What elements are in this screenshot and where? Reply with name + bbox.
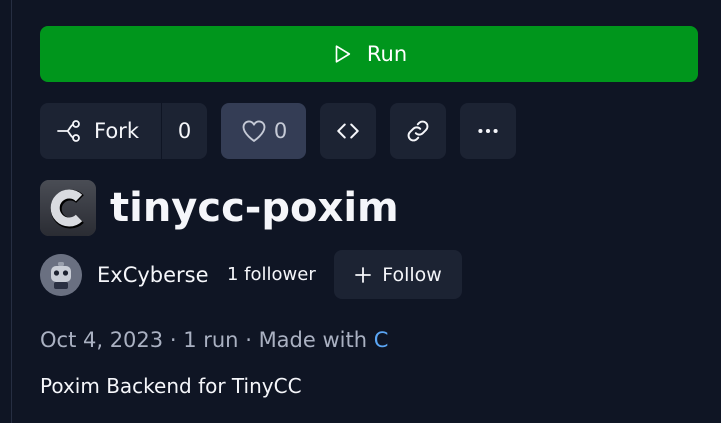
follow-button[interactable]: Follow [334,250,462,299]
more-options-button[interactable] [460,103,516,159]
copy-link-button[interactable] [390,103,446,159]
meta-separator: · [169,328,177,352]
robot-avatar-icon [40,254,82,296]
fork-label: Fork [94,119,139,143]
created-date: Oct 4, 2023 [40,328,164,352]
repl-title: tinycc-poxim [110,185,399,231]
run-count: 1 run [183,328,239,352]
repl-meta: Oct 4, 2023 · 1 run · Made with C [40,325,388,355]
meta-separator: · [245,328,252,352]
run-button[interactable]: Run [40,26,698,82]
fork-icon [57,120,80,142]
c-language-icon [40,180,96,236]
language-link[interactable]: C [374,328,389,352]
fork-count[interactable]: 0 [162,119,207,143]
run-label: Run [366,42,408,66]
like-count: 0 [273,119,288,143]
heart-icon [242,120,266,142]
c-logo-icon [40,180,96,236]
embed-button[interactable] [320,103,376,159]
repl-description: Poxim Backend for TinyCC [40,374,302,398]
play-icon [335,45,351,63]
author-name[interactable]: ExCyberse [97,260,209,290]
left-divider [11,0,12,423]
fork-button[interactable]: Fork [40,103,161,159]
follower-count[interactable]: 1 follower [227,262,316,288]
fork-button-group: Fork 0 [40,103,207,159]
follow-label: Follow [382,263,442,286]
link-icon [407,120,429,142]
plus-icon [355,266,372,283]
code-icon [337,123,359,139]
like-button[interactable]: 0 [221,103,306,159]
avatar[interactable] [40,254,82,296]
made-with-label: Made with [258,328,368,352]
ellipsis-icon [478,128,498,134]
